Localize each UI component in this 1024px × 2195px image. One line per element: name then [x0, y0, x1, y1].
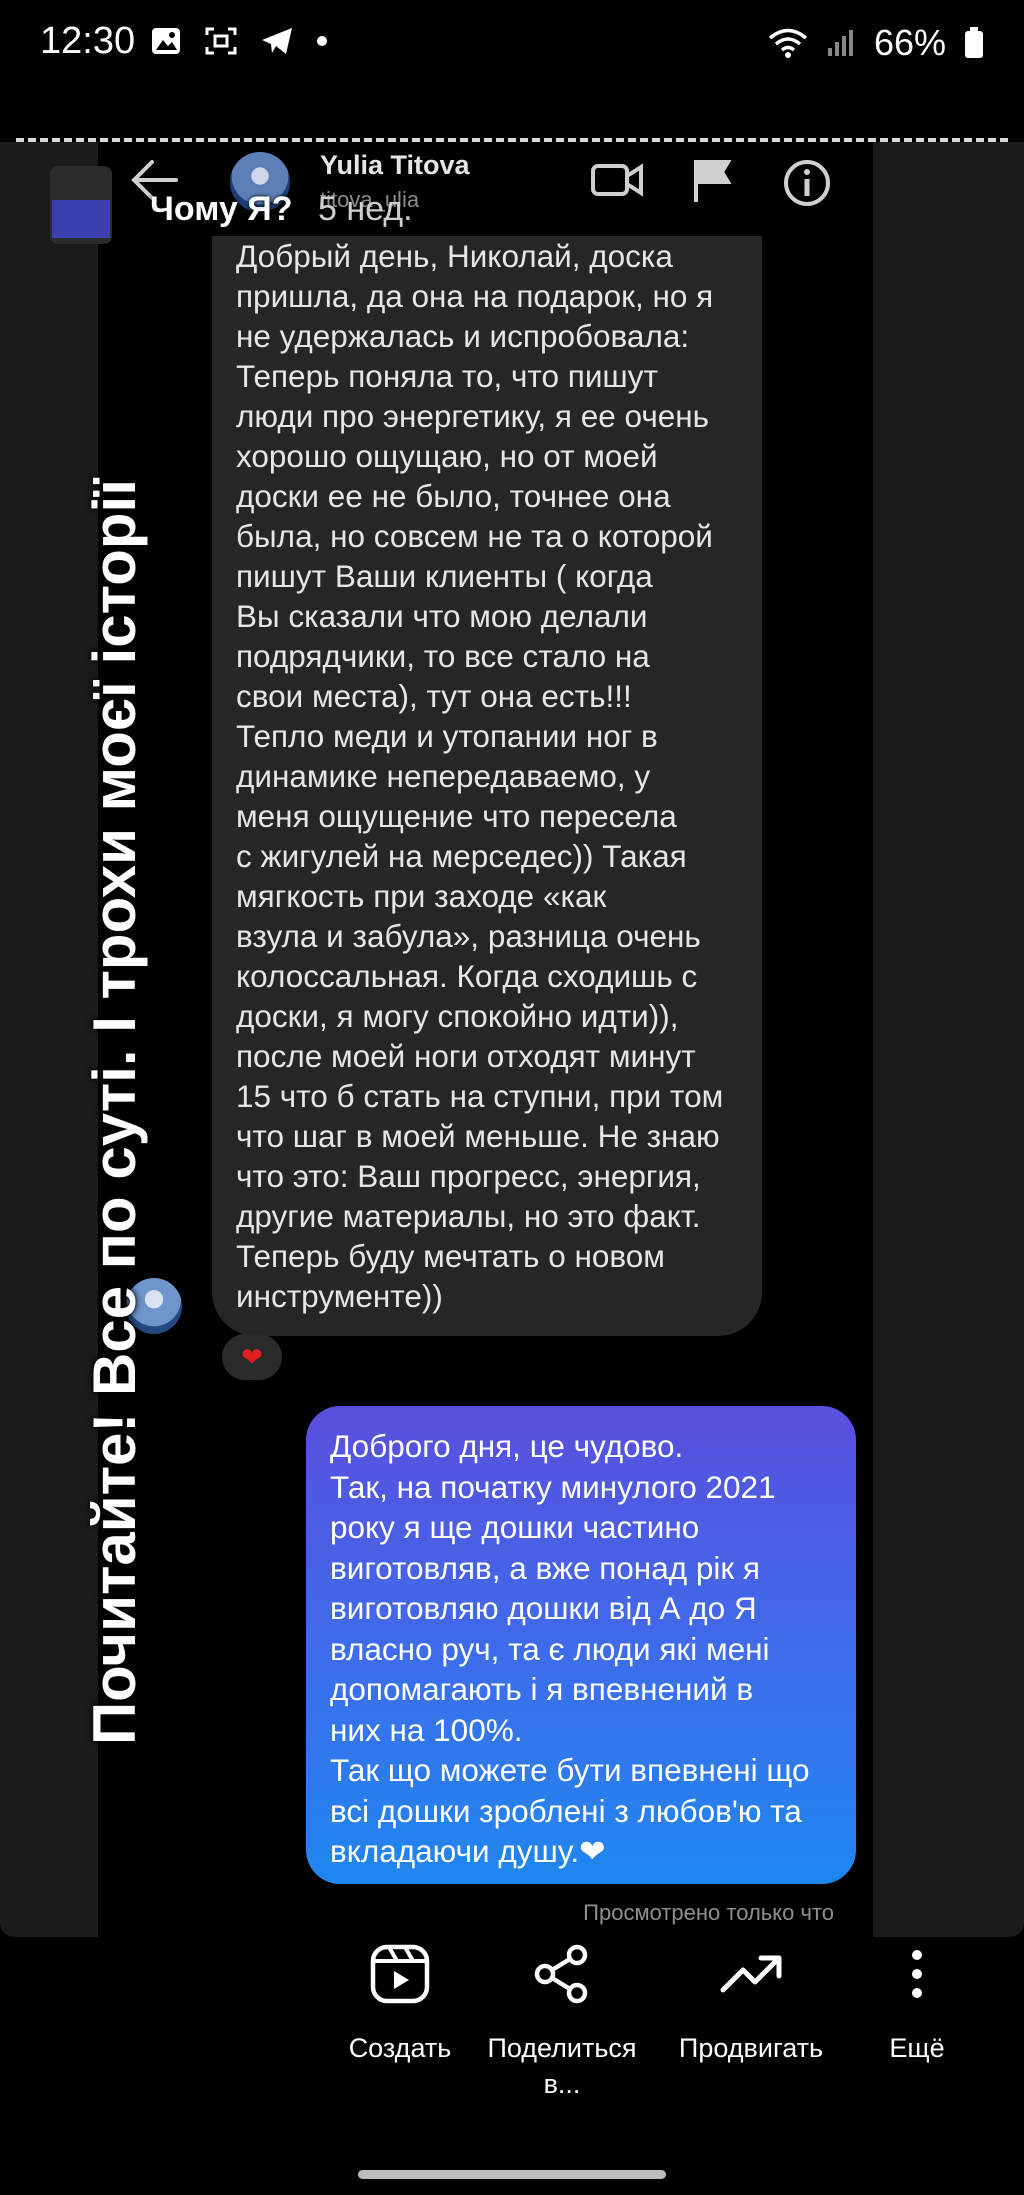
sent-message-line: них на 100%.: [330, 1711, 523, 1748]
received-message-line: подрядчики, то все стало на: [236, 638, 650, 674]
received-message-line: взула и забула», разница очень: [236, 918, 701, 954]
signal-icon: [827, 30, 853, 56]
received-message-line: Тепло меди и утопании ног в: [236, 718, 658, 754]
received-message-line: пришла, да она на подарок, но я: [236, 278, 714, 314]
received-message-line: Теперь буду мечтать о новом: [236, 1238, 665, 1274]
promote-button[interactable]: Продвигать: [666, 1938, 836, 2066]
seen-status: Просмотрено только что: [583, 1900, 834, 1925]
received-message-line: не удержалась и испробовала:: [236, 318, 690, 354]
story-overlay-text: Почитайте! Все по суті. І трохи моєї іст…: [81, 478, 148, 1745]
sent-message-line: Так, на початку минулого 2021: [330, 1468, 776, 1505]
more-button[interactable]: Ещё: [872, 1938, 962, 2066]
flag-icon[interactable]: [690, 158, 734, 204]
wifi-icon: [768, 28, 808, 58]
sent-message-line: Доброго дня, це чудово.: [330, 1428, 684, 1464]
received-message-line: Добрый день, Николай, доска: [236, 238, 673, 274]
more-label: Ещё: [889, 2033, 945, 2063]
sent-message-line: власно руч, та є люди які мені: [330, 1630, 770, 1667]
share-button[interactable]: Поделиться в...: [472, 1938, 652, 2102]
status-right: 66%: [768, 22, 984, 64]
promote-label: Продвигать: [678, 2033, 824, 2063]
received-message-line: мягкость при заходе «как: [236, 878, 607, 914]
received-message-line: динамике непередаваемо, у: [236, 758, 651, 794]
received-message-line: что шаг в моей меньше. Не знаю: [236, 1118, 720, 1154]
home-indicator[interactable]: [358, 2170, 666, 2179]
share-label: Поделиться в...: [487, 2033, 637, 2099]
received-message-line: Теперь поняла то, что пишут: [236, 358, 658, 394]
received-message-line: 15 что б стать на ступни, при том: [236, 1078, 724, 1114]
dot-icon: [317, 36, 327, 46]
heart-reaction: ❤: [222, 1334, 282, 1380]
create-label: Создать: [348, 2033, 452, 2063]
received-message-line: доски, я могу спокойно идти)),: [236, 998, 679, 1034]
received-message-line: другие материалы, но это факт.: [236, 1198, 701, 1234]
status-time: 12:30: [40, 20, 136, 62]
received-message-bubble: Добрый день, Николай, доска пришла, да он…: [212, 236, 762, 1336]
sent-message-line: всі дошки зроблені з любов'ю та: [330, 1792, 802, 1829]
received-message-line: была, но совсем не та о которой: [236, 518, 713, 554]
sent-message-line: року я ще дошки частино: [330, 1509, 700, 1545]
received-message-line: пишут Ваши клиенты ( когда: [236, 558, 653, 594]
received-message-line: колоссальная. Когда сходишь с: [236, 958, 698, 994]
status-notification-icons: [150, 26, 328, 56]
telegram-icon: [262, 28, 292, 54]
sent-message-line: вкладаючи душу.❤: [330, 1833, 606, 1869]
received-message-line: доски ее не было, точнее она: [236, 478, 671, 514]
video-call-icon[interactable]: [590, 158, 644, 202]
trend-icon: [720, 1955, 782, 1993]
battery-percent: 66%: [873, 22, 946, 63]
received-message-line: меня ощущение что пересела: [236, 798, 677, 834]
received-message-line: с жигулей на мерседес)) Такая: [236, 838, 687, 874]
received-message-line: инструменте)): [236, 1278, 443, 1314]
chat-contact-name: Yulia Titova: [320, 150, 470, 180]
screenshot-icon: [205, 27, 237, 55]
sent-message-line: виготовляв, а вже понад рік я: [330, 1549, 760, 1586]
sent-message-line: Так що можете бути впевнені що: [330, 1752, 810, 1788]
story-thumbnail[interactable]: [50, 166, 112, 244]
received-message-line: Вы сказали что мою делали: [236, 598, 648, 634]
battery-icon: [965, 27, 983, 58]
received-message-line: после моей ноги отходят минут: [236, 1038, 696, 1074]
received-message-line: что это: Ваш прогресс, энергия,: [236, 1158, 701, 1194]
sent-message-line: допомагають і я впевнений в: [330, 1671, 754, 1707]
more-icon: [912, 1950, 922, 1998]
received-message-line: люди про энергетику, я ее очень: [236, 398, 710, 434]
info-icon[interactable]: [782, 158, 832, 208]
story-time-ago: 5 нед.: [318, 190, 413, 228]
story-title: Чому Я?: [150, 190, 293, 228]
reels-icon: [370, 1944, 430, 2004]
received-message-line: свои места), тут она есть!!!: [236, 678, 632, 714]
gallery-icon: [152, 28, 180, 54]
received-message-line: хорошо ощущаю, но от моей: [236, 438, 658, 474]
create-button[interactable]: Создать: [330, 1938, 470, 2066]
sent-message-line: виготовляю дошки від А до Я: [330, 1590, 757, 1626]
share-icon: [534, 1944, 588, 2004]
sent-message-bubble: Доброго дня, це чудово. Так, на початку м…: [306, 1406, 856, 1884]
